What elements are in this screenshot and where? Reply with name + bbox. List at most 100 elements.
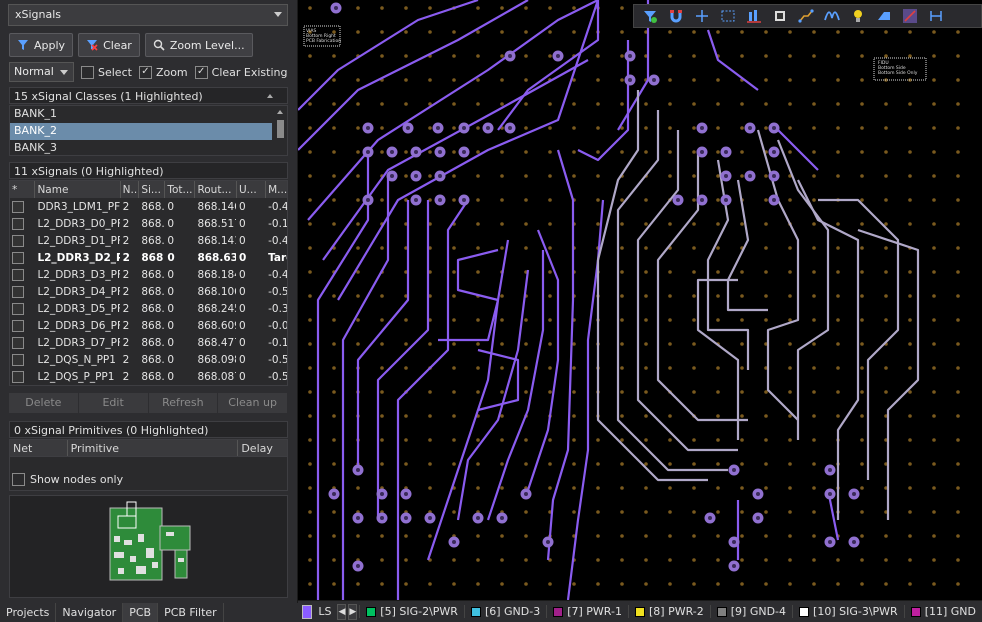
- column-header[interactable]: M...: [265, 181, 287, 198]
- layer-tab[interactable]: [11] GND: [903, 605, 982, 618]
- column-header[interactable]: U...: [236, 181, 267, 198]
- class-item[interactable]: BANK_3: [10, 140, 272, 155]
- collapse-icon[interactable]: [267, 94, 273, 98]
- tab-navigator[interactable]: Navigator: [56, 603, 124, 622]
- clear-button[interactable]: Clear: [78, 33, 140, 57]
- row-checkbox-cell[interactable]: [10, 368, 35, 385]
- classes-header-text: 15 xSignal Classes (1 Highlighted): [14, 90, 203, 103]
- row-checkbox[interactable]: [12, 200, 24, 213]
- delete-button[interactable]: Delete: [9, 393, 79, 413]
- row-checkbox-cell[interactable]: [10, 351, 35, 368]
- row-checkbox-cell[interactable]: [10, 232, 35, 249]
- show-nodes-box[interactable]: [12, 473, 25, 486]
- scroll-up-icon[interactable]: [277, 110, 283, 114]
- column-header[interactable]: N...: [120, 181, 140, 198]
- class-item-selected[interactable]: BANK_2: [10, 123, 272, 140]
- show-nodes-only-checkbox[interactable]: Show nodes only: [12, 473, 123, 486]
- classes-scrollbar[interactable]: [274, 106, 287, 155]
- tab-pcb[interactable]: PCB: [123, 603, 159, 622]
- board-preview[interactable]: [9, 495, 288, 598]
- measure-icon[interactable]: [899, 6, 921, 26]
- table-row[interactable]: L2_DDR3_D1_PF2868.0868.1410-0.4: [10, 232, 287, 249]
- col-net[interactable]: Net: [10, 440, 68, 456]
- row-checkbox[interactable]: [12, 319, 24, 332]
- table-row[interactable]: L2_DDR3_D6_PF2868.0868.6090-0.0: [10, 317, 287, 334]
- column-header[interactable]: *: [10, 181, 36, 198]
- row-checkbox[interactable]: [12, 268, 24, 281]
- layer-label: [11] GND: [924, 605, 976, 618]
- layer-next-button[interactable]: ▶: [348, 603, 358, 620]
- table-row[interactable]: L2_DDR3_D2_PI2868.0868.6340Targ: [10, 249, 287, 266]
- row-checkbox-cell[interactable]: [10, 317, 35, 334]
- select-rect-icon[interactable]: [717, 6, 739, 26]
- row-checkbox-cell[interactable]: [10, 198, 35, 215]
- clear-existing-checkbox[interactable]: ✓ Clear Existing: [194, 65, 288, 79]
- layer-tab[interactable]: [9] GND-4: [709, 605, 792, 618]
- zoom-box[interactable]: ✓: [138, 65, 152, 79]
- table-row[interactable]: L2_DDR3_D3_PF2868.0868.1840-0.4: [10, 266, 287, 283]
- bulb-icon[interactable]: [847, 6, 869, 26]
- table-row[interactable]: L2_DDR3_D4_PF2868.0868.1060-0.5: [10, 283, 287, 300]
- layer-set-label[interactable]: LS: [312, 605, 337, 618]
- scroll-thumb[interactable]: [277, 120, 284, 138]
- row-checkbox[interactable]: [12, 234, 24, 247]
- table-row[interactable]: L2_DDR3_D7_PF2868.0868.4770-0.1: [10, 334, 287, 351]
- route-icon[interactable]: [795, 6, 817, 26]
- mode-combo[interactable]: xSignals: [8, 4, 288, 26]
- pcb-canvas[interactable]: VIAS Bottom Right PCB Fabrication FIDU Bott…: [298, 0, 982, 600]
- row-checkbox[interactable]: [12, 251, 24, 264]
- signal-icon[interactable]: [821, 6, 843, 26]
- row-checkbox[interactable]: [12, 302, 24, 315]
- select-checkbox[interactable]: Select: [81, 65, 132, 79]
- component-icon[interactable]: [769, 6, 791, 26]
- layer-tab[interactable]: [10] SIG-3\PWR: [792, 605, 904, 618]
- row-checkbox-cell[interactable]: [10, 283, 35, 300]
- row-checkbox-cell[interactable]: [10, 300, 35, 317]
- mask-mode-combo[interactable]: Normal: [9, 62, 74, 82]
- row-checkbox[interactable]: [12, 370, 24, 383]
- zoom-level-button[interactable]: Zoom Level...: [144, 33, 253, 57]
- current-layer-swatch[interactable]: [302, 604, 313, 619]
- row-checkbox[interactable]: [12, 217, 24, 230]
- row-checkbox[interactable]: [12, 353, 24, 366]
- column-header[interactable]: Si...: [138, 181, 166, 198]
- crosshair-icon[interactable]: [691, 6, 713, 26]
- edit-button[interactable]: Edit: [79, 393, 149, 413]
- table-row[interactable]: L2_DDR3_D0_PF2868.0868.5170-0.1: [10, 215, 287, 232]
- apply-button[interactable]: Apply: [9, 33, 74, 57]
- clear-existing-box[interactable]: ✓: [194, 65, 208, 79]
- class-item[interactable]: BANK_1: [10, 106, 272, 123]
- table-row[interactable]: DDR3_LDM1_PF2868.0868.1460-0.4: [10, 198, 287, 215]
- row-checkbox-cell[interactable]: [10, 215, 35, 232]
- tab-projects[interactable]: Projects: [0, 603, 57, 622]
- row-checkbox-cell[interactable]: [10, 249, 35, 266]
- magnet-icon[interactable]: [665, 6, 687, 26]
- zoom-checkbox[interactable]: ✓ Zoom: [138, 65, 188, 79]
- layer-tab[interactable]: [6] GND-3: [463, 605, 546, 618]
- table-row[interactable]: L2_DQS_P_PP12868.0868.0870-0.5: [10, 368, 287, 385]
- refresh-button[interactable]: Refresh: [149, 393, 219, 413]
- row-checkbox-cell[interactable]: [10, 334, 35, 351]
- table-row[interactable]: L2_DQS_N_PP12868.0868.0980-0.5: [10, 351, 287, 368]
- row-checkbox[interactable]: [12, 285, 24, 298]
- layer-prev-button[interactable]: ◀: [337, 603, 347, 620]
- table-row[interactable]: L2_DDR3_D5_PF2868.0868.2450-0.3: [10, 300, 287, 317]
- tab-pcb-filter[interactable]: PCB Filter: [158, 603, 224, 622]
- column-header[interactable]: Name: [34, 181, 121, 198]
- cleanup-button[interactable]: Clean up: [218, 393, 288, 413]
- column-header[interactable]: Rout...: [194, 181, 237, 198]
- align-icon[interactable]: [743, 6, 765, 26]
- column-header[interactable]: Tot...: [164, 181, 196, 198]
- filter-icon[interactable]: [639, 6, 661, 26]
- layer-tab[interactable]: [5] SIG-2\PWR: [359, 605, 464, 618]
- layer-tab[interactable]: [8] PWR-2: [627, 605, 710, 618]
- layer-tab[interactable]: [7] PWR-1: [546, 605, 628, 618]
- row-checkbox-cell[interactable]: [10, 266, 35, 283]
- dimension-icon[interactable]: [925, 6, 947, 26]
- board-icon[interactable]: [873, 6, 895, 26]
- row-checkbox[interactable]: [12, 336, 24, 349]
- select-box[interactable]: [81, 65, 94, 79]
- col-delay[interactable]: Delay ...: [238, 440, 287, 468]
- col-primitive[interactable]: Primitive: [68, 440, 239, 456]
- pcb-layout[interactable]: VIAS Bottom Right PCB Fabrication FIDU Bott…: [298, 0, 982, 600]
